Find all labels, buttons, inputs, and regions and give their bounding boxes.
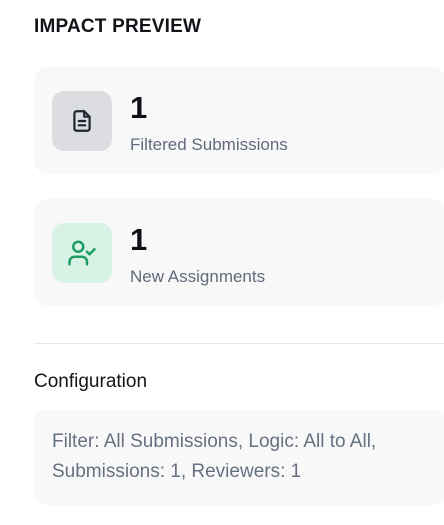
section-divider — [34, 343, 444, 344]
configuration-summary-box: Filter: All Submissions, Logic: All to A… — [34, 410, 444, 505]
filtered-submissions-count: 1 — [130, 90, 148, 125]
filtered-submissions-card: 1 Filtered Submissions — [34, 67, 444, 174]
new-assignments-icon-tile — [52, 223, 112, 283]
filtered-submissions-icon-tile — [52, 91, 112, 151]
configuration-title: Configuration — [34, 371, 148, 392]
filtered-submissions-label: Filtered Submissions — [130, 135, 288, 154]
new-assignments-label: New Assignments — [130, 267, 266, 286]
new-assignments-card: 1 New Assignments — [34, 199, 444, 306]
configuration-summary-text: Filter: All Submissions, Logic: All to A… — [52, 431, 377, 482]
document-icon — [73, 110, 91, 132]
user-check-icon — [68, 240, 96, 266]
new-assignments-count: 1 — [130, 222, 148, 257]
impact-preview-title: IMPACT PREVIEW — [34, 16, 202, 37]
